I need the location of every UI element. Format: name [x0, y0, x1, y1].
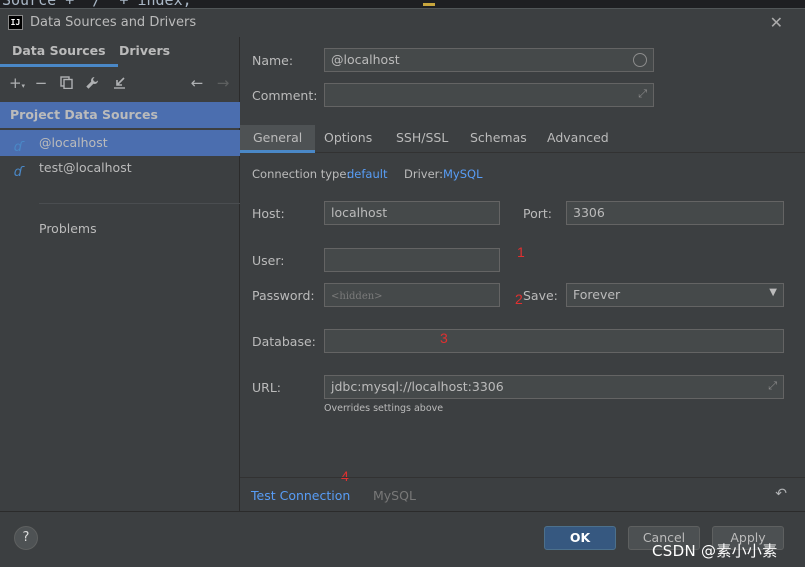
driver-label: Driver:: [404, 167, 444, 181]
tab-schemas[interactable]: Schemas: [457, 125, 540, 153]
csdn-watermark: CSDN @素小小素: [652, 542, 778, 560]
add-icon[interactable]: +▾: [8, 74, 26, 92]
tab-data-sources[interactable]: Data Sources: [0, 37, 118, 67]
url-hint: Overrides settings above: [324, 403, 444, 414]
tree-item-localhost[interactable]: ɗ @localhost: [0, 130, 240, 156]
data-sources-dialog: IJ Data Sources and Drivers ✕ Data Sourc…: [0, 8, 805, 567]
wrench-icon[interactable]: [83, 74, 101, 92]
tab-ssh-ssl[interactable]: SSH/SSL: [383, 125, 461, 153]
annotation-3: 3: [440, 330, 448, 346]
port-label: Port:: [523, 206, 552, 221]
name-value: @localhost: [331, 52, 400, 67]
help-button[interactable]: ?: [14, 526, 38, 550]
password-label: Password:: [252, 288, 315, 303]
tab-advanced[interactable]: Advanced: [534, 125, 622, 153]
url-label: URL:: [252, 380, 282, 395]
tab-drivers[interactable]: Drivers: [107, 37, 182, 67]
driver-footer-label: MySQL: [373, 488, 416, 503]
import-icon[interactable]: [110, 74, 128, 92]
save-value: Forever: [573, 287, 621, 302]
ok-button[interactable]: OK: [544, 526, 616, 550]
password-field[interactable]: <hidden>: [324, 283, 500, 307]
password-placeholder: <hidden>: [331, 291, 383, 302]
bottom-bar: ? OK Cancel Apply CSDN @素小小素: [0, 511, 805, 567]
window-title: Data Sources and Drivers: [30, 15, 197, 30]
divider: [39, 203, 251, 204]
title-bar: IJ Data Sources and Drivers ✕: [0, 9, 805, 37]
settings-tabs: General Options SSH/SSL Schemas Advanced: [240, 125, 805, 153]
connection-type-link[interactable]: default: [347, 167, 387, 181]
right-footer: Test Connection MySQL ↶: [240, 477, 805, 511]
duplicate-icon[interactable]: [57, 74, 75, 92]
back-arrow-icon[interactable]: ←: [188, 74, 206, 92]
undo-icon[interactable]: ↶: [775, 486, 787, 502]
forward-arrow-icon[interactable]: →: [214, 74, 232, 92]
host-field[interactable]: localhost: [324, 201, 500, 225]
problems-item[interactable]: Problems: [39, 221, 97, 236]
tree-item-label: test@localhost: [39, 160, 132, 175]
expand-icon[interactable]: ⤢: [638, 86, 647, 102]
url-field[interactable]: jdbc:mysql://localhost:3306 ⤢: [324, 375, 784, 399]
connection-type-label: Connection type:: [252, 167, 351, 181]
section-project-data-sources: Project Data Sources: [0, 102, 240, 128]
name-field[interactable]: @localhost: [324, 48, 654, 72]
chevron-down-icon: ▼: [769, 287, 777, 298]
name-label: Name:: [252, 53, 294, 68]
url-value: jdbc:mysql://localhost:3306: [331, 379, 504, 394]
comment-field[interactable]: ⤢: [324, 83, 654, 107]
mysql-datasource-icon: ɗ: [14, 165, 24, 180]
left-tabs: Data Sources Drivers: [0, 37, 240, 67]
remove-icon[interactable]: −: [32, 74, 50, 92]
save-dropdown[interactable]: Forever ▼: [566, 283, 784, 307]
comment-label: Comment:: [252, 88, 318, 103]
tree-item-label: @localhost: [39, 135, 108, 150]
user-field[interactable]: [324, 248, 500, 272]
save-label: Save:: [523, 288, 558, 303]
tree-item-test-localhost[interactable]: ɗ test@localhost: [0, 155, 240, 181]
database-label: Database:: [252, 334, 316, 349]
user-label: User:: [252, 253, 285, 268]
color-circle-icon[interactable]: [633, 53, 647, 67]
editor-caret: [423, 3, 435, 6]
test-connection-link[interactable]: Test Connection: [251, 488, 350, 503]
left-toolbar: +▾ − ← →: [0, 69, 240, 99]
annotation-1: 1: [517, 244, 525, 260]
left-panel: Data Sources Drivers +▾ − ← → Project Da…: [0, 37, 251, 511]
right-panel: Name: @localhost Comment: ⤢ General Opti…: [240, 37, 805, 511]
close-icon[interactable]: ✕: [770, 13, 783, 32]
host-label: Host:: [252, 206, 285, 221]
port-field[interactable]: 3306: [566, 201, 784, 225]
database-field[interactable]: [324, 329, 784, 353]
annotation-2: 2: [515, 291, 523, 307]
tab-general[interactable]: General: [240, 125, 316, 153]
intellij-app-icon: IJ: [8, 15, 23, 30]
expand-icon[interactable]: ⤢: [768, 378, 777, 394]
driver-link[interactable]: MySQL: [443, 167, 483, 181]
tab-options[interactable]: Options: [311, 125, 385, 153]
